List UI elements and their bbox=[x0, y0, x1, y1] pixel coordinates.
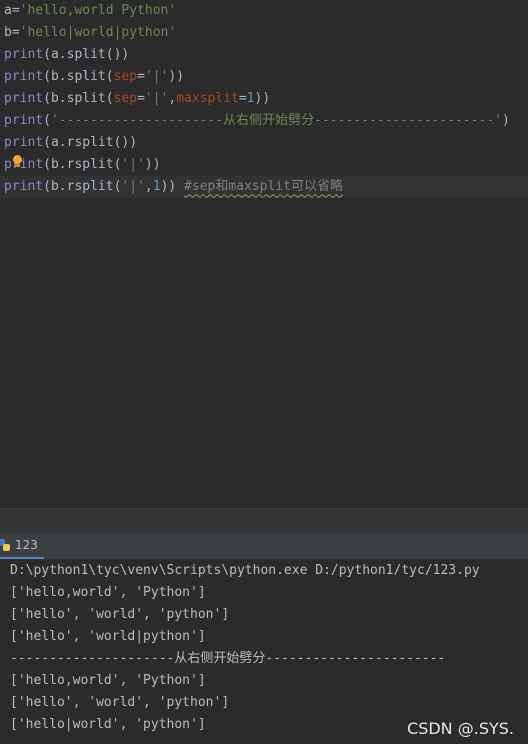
console-line: ['hello,world', 'Python'] bbox=[10, 585, 206, 600]
run-tool-window-header: 123 bbox=[0, 533, 528, 560]
string-literal: '|' bbox=[144, 91, 169, 106]
code-text: )) bbox=[144, 157, 161, 172]
code-text: = bbox=[238, 91, 247, 106]
builtin-name: print bbox=[4, 179, 44, 194]
string-literal: '|' bbox=[144, 69, 169, 84]
code-line-8[interactable]: print(b.rsplit('|')) bbox=[4, 154, 161, 176]
watermark: CSDN @.SYS. bbox=[407, 719, 514, 738]
code-text: = bbox=[137, 69, 145, 84]
code-line-4[interactable]: print(b.split(sep='|')) bbox=[4, 66, 184, 88]
code-editor[interactable]: a='hello,world Python' b='hello|world|py… bbox=[0, 0, 528, 508]
number-literal: 1 bbox=[246, 91, 255, 106]
code-text: (b.split( bbox=[43, 69, 114, 84]
code-text: ) bbox=[502, 113, 510, 128]
run-tab-123[interactable]: 123 bbox=[0, 533, 44, 559]
console-line: ['hello', 'world|python'] bbox=[10, 629, 206, 644]
keyword-argument: maxsplit bbox=[176, 91, 239, 106]
code-text: (a.rsplit()) bbox=[43, 135, 138, 150]
code-text: )) bbox=[168, 69, 185, 84]
keyword-argument: sep bbox=[113, 91, 138, 106]
code-text: = bbox=[137, 91, 145, 106]
lightbulb-icon[interactable] bbox=[12, 155, 23, 168]
builtin-name: print bbox=[4, 113, 44, 128]
code-comment: #sep和maxsplit可以省略 bbox=[184, 179, 343, 194]
code-text: , bbox=[144, 179, 153, 194]
number-literal: 1 bbox=[152, 179, 161, 194]
run-tab-label: 123 bbox=[15, 538, 38, 552]
string-literal: '|' bbox=[121, 157, 145, 172]
keyword-argument: sep bbox=[113, 69, 138, 84]
console-line: D:\python1\tyc\venv\Scripts\python.exe D… bbox=[10, 563, 480, 578]
code-line-2[interactable]: b='hello|world|python' bbox=[4, 22, 176, 44]
builtin-name: print bbox=[4, 69, 44, 84]
code-line-5[interactable]: print(b.split(sep='|',maxsplit=1)) bbox=[4, 88, 270, 110]
string-literal: 'hello,world Python' bbox=[19, 3, 177, 18]
editor-bottom-strip bbox=[0, 508, 528, 533]
string-literal: 'hello|world|python' bbox=[19, 25, 177, 40]
run-console[interactable]: D:\python1\tyc\venv\Scripts\python.exe D… bbox=[0, 560, 528, 744]
string-literal: '---------------------从右侧开始劈分-----------… bbox=[50, 113, 502, 128]
code-line-3[interactable]: print(a.split()) bbox=[4, 44, 129, 66]
code-text: (b.rsplit( bbox=[43, 179, 122, 194]
builtin-name: print bbox=[4, 157, 44, 172]
code-line-9[interactable]: print(b.rsplit('|',1)) #sep和maxsplit可以省略 bbox=[0, 176, 528, 198]
builtin-name: print bbox=[4, 135, 44, 150]
console-line: ['hello,world', 'Python'] bbox=[10, 673, 206, 688]
code-line-1[interactable]: a='hello,world Python' bbox=[4, 0, 176, 22]
console-line: ['hello|world', 'python'] bbox=[10, 717, 206, 732]
string-literal: '|' bbox=[121, 179, 145, 194]
python-file-icon bbox=[0, 539, 10, 551]
console-line: ['hello', 'world', 'python'] bbox=[10, 695, 230, 710]
code-text: a= bbox=[4, 3, 20, 18]
code-text: )) bbox=[254, 91, 271, 106]
code-text: b= bbox=[4, 25, 20, 40]
builtin-name: print bbox=[4, 91, 44, 106]
code-text: (a.split()) bbox=[43, 47, 130, 62]
builtin-name: print bbox=[4, 47, 44, 62]
console-line: ---------------------从右侧开始劈分------------… bbox=[10, 651, 446, 666]
console-line: ['hello', 'world', 'python'] bbox=[10, 607, 230, 622]
code-line-7[interactable]: print(a.rsplit()) bbox=[4, 132, 137, 154]
code-text: (b.split( bbox=[43, 91, 114, 106]
code-text: )) bbox=[160, 179, 177, 194]
code-text: ( bbox=[43, 113, 51, 128]
code-text: (b.rsplit( bbox=[43, 157, 122, 172]
code-line-6[interactable]: print('---------------------从右侧开始劈分-----… bbox=[4, 110, 510, 132]
